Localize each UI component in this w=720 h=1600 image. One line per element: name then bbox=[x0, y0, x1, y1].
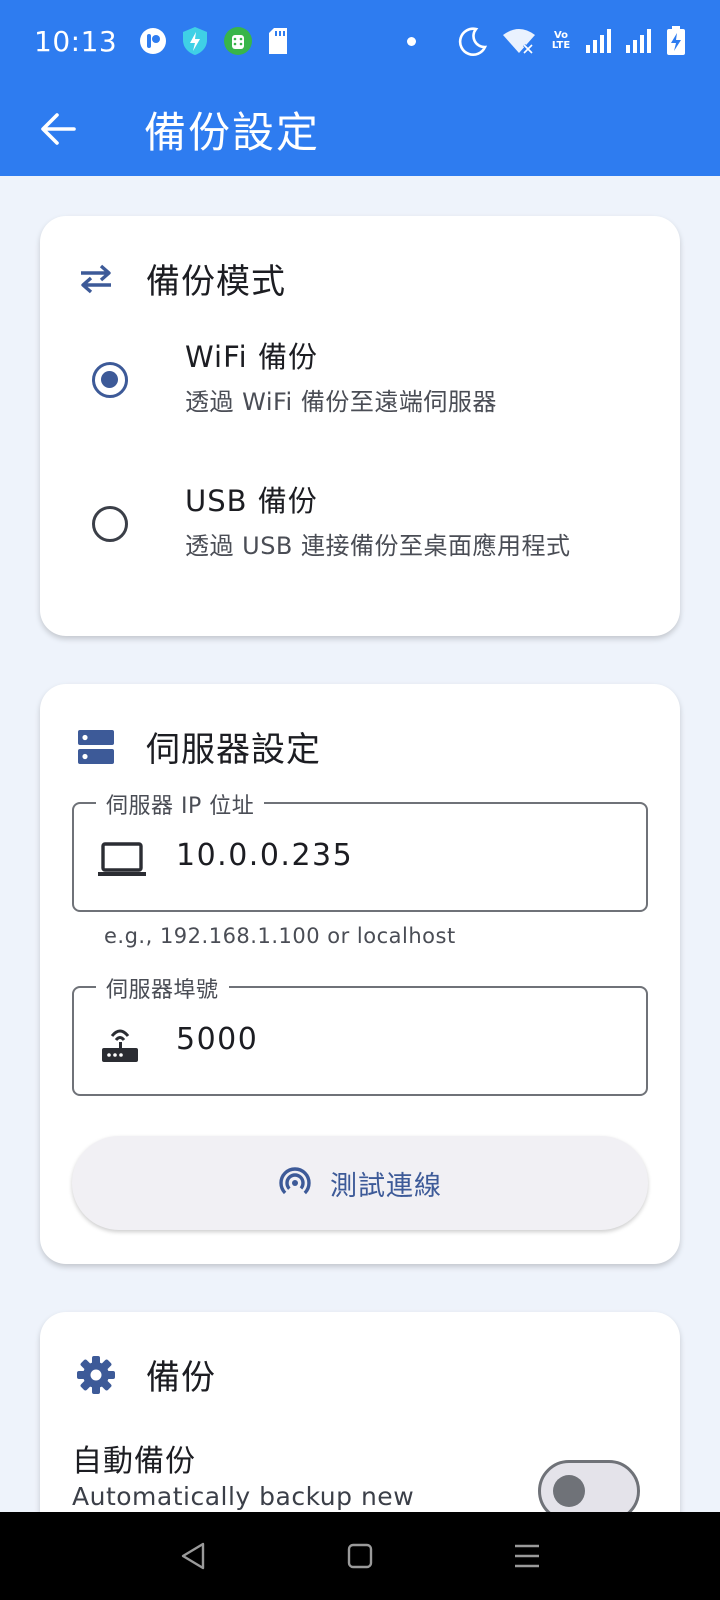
server-ip-field[interactable]: 伺服器 IP 位址 10.0.0.235 bbox=[72, 788, 648, 912]
dns-server-icon bbox=[78, 729, 114, 764]
back-triangle-icon bbox=[182, 1542, 205, 1570]
app-bar: 10:13 Vo LTE 備份設定 bbox=[0, 0, 720, 176]
router-icon bbox=[102, 1029, 138, 1062]
toggle-knob bbox=[553, 1475, 585, 1507]
shield-bolt-icon bbox=[183, 27, 208, 55]
wifi-backup-title: WiFi 備份 bbox=[185, 340, 318, 374]
backup-mode-header: 備份模式 bbox=[76, 254, 286, 303]
sd-card-icon bbox=[269, 28, 288, 54]
test-connection-label: 測試連線 bbox=[330, 1170, 442, 1202]
backup-mode-title: 備份模式 bbox=[146, 262, 286, 302]
wifi-icon bbox=[503, 29, 535, 55]
toolbar: 備份設定 bbox=[0, 82, 720, 176]
server-settings-title: 伺服器設定 bbox=[146, 730, 321, 770]
signal-icon bbox=[626, 29, 651, 53]
arrow-back-icon bbox=[41, 113, 76, 145]
broadcast-icon bbox=[279, 1167, 311, 1199]
system-nav-bar bbox=[0, 1512, 720, 1600]
server-ip-helper: e.g., 192.168.1.100 or localhost bbox=[104, 924, 456, 948]
server-port-label: 伺服器埠號 bbox=[96, 972, 229, 1004]
backup-header: 備份 bbox=[76, 1350, 216, 1399]
server-ip-label: 伺服器 IP 位址 bbox=[96, 788, 265, 820]
test-connection-button[interactable]: 測試連線 bbox=[72, 1136, 648, 1230]
wifi-backup-radio[interactable] bbox=[92, 362, 128, 398]
laptop-icon bbox=[98, 842, 146, 876]
server-settings-header: 伺服器設定 bbox=[76, 722, 321, 771]
swap-arrows-icon bbox=[81, 264, 111, 293]
signal-icon bbox=[586, 29, 611, 53]
server-port-value: 5000 bbox=[176, 1022, 259, 1057]
wifi-backup-option[interactable]: WiFi 備份 透過 WiFi 備份至遠端伺服器 bbox=[40, 332, 680, 452]
volte-icon: Vo LTE bbox=[551, 30, 571, 51]
auto-backup-subtitle: Automatically backup new bbox=[72, 1482, 415, 1511]
notification-dot-icon bbox=[407, 36, 416, 46]
server-ip-value: 10.0.0.235 bbox=[176, 838, 354, 873]
auto-backup-title: 自動備份 bbox=[72, 1444, 196, 1479]
server-settings-card: 伺服器設定 伺服器 IP 位址 10.0.0.235 e.g., 192.168… bbox=[40, 684, 680, 1264]
menu-lines-icon bbox=[514, 1544, 539, 1568]
nav-home-button[interactable] bbox=[330, 1526, 390, 1586]
server-port-field[interactable]: 伺服器埠號 5000 bbox=[72, 972, 648, 1096]
usb-backup-radio[interactable] bbox=[92, 506, 128, 542]
backup-title: 備份 bbox=[146, 1358, 216, 1398]
usb-backup-subtitle: 透過 USB 連接備份至桌面應用程式 bbox=[185, 532, 571, 560]
home-square-icon bbox=[347, 1543, 373, 1569]
nav-back-button[interactable] bbox=[163, 1526, 223, 1586]
usb-backup-option[interactable]: USB 備份 透過 USB 連接備份至桌面應用程式 bbox=[40, 476, 680, 596]
back-button[interactable] bbox=[30, 101, 86, 157]
battery-charging-icon bbox=[667, 26, 685, 55]
backup-mode-card: 備份模式 WiFi 備份 透過 WiFi 備份至遠端伺服器 USB 備份 透過 … bbox=[40, 216, 680, 636]
app-icon bbox=[140, 28, 167, 54]
status-bar: 10:13 Vo LTE bbox=[0, 0, 720, 82]
android-icon bbox=[224, 27, 253, 55]
page-title: 備份設定 bbox=[144, 107, 321, 157]
moon-icon bbox=[458, 27, 488, 56]
wifi-backup-subtitle: 透過 WiFi 備份至遠端伺服器 bbox=[185, 388, 497, 416]
gear-icon bbox=[77, 1355, 115, 1394]
usb-backup-title: USB 備份 bbox=[185, 484, 318, 518]
status-time: 10:13 bbox=[34, 24, 118, 58]
nav-menu-button[interactable] bbox=[497, 1526, 557, 1586]
